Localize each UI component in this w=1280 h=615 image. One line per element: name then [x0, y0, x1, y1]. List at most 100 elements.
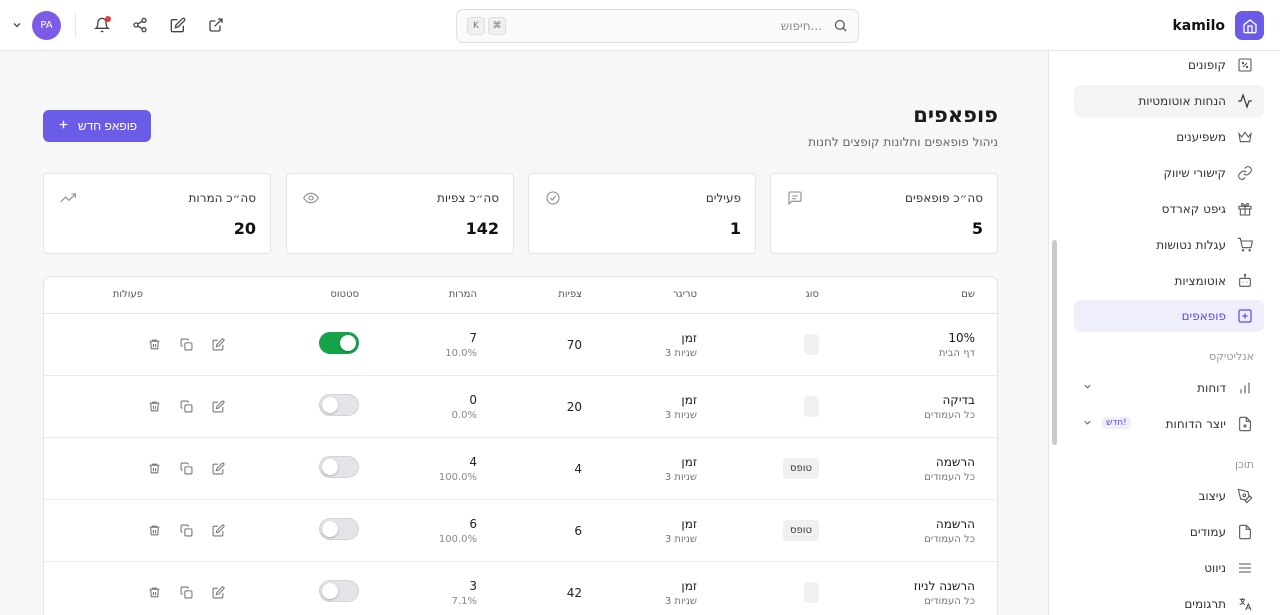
trash-icon[interactable] — [147, 523, 161, 537]
share-icon[interactable] — [130, 15, 150, 35]
popup-page: כל העמודים — [924, 410, 975, 421]
sidebar-item-label: דוחות — [1197, 381, 1226, 395]
trigger: זמן — [681, 517, 697, 531]
activity-icon — [1236, 92, 1254, 110]
brand[interactable]: kamilo — [1172, 11, 1264, 40]
trash-icon[interactable] — [147, 461, 161, 475]
trigger: זמן — [681, 393, 697, 407]
percent-icon — [1236, 56, 1254, 74]
col-type: סוג — [805, 289, 819, 300]
sidebar-item-design[interactable]: עיצוב — [1074, 480, 1264, 512]
sidebar-item-report-builder[interactable]: יוצר הדוחות חדש! — [1074, 408, 1264, 440]
table-row[interactable]: הרשמה כל העמודים טופס זמן 3 שניות 6 6 10… — [44, 500, 997, 562]
sidebar-item-abandoned-carts[interactable]: עגלות נטושות — [1074, 229, 1264, 261]
popup-name: הרשמה — [935, 517, 975, 531]
popup-page: כל העמודים — [924, 596, 975, 607]
table-row[interactable]: 10% דף הבית זמן 3 שניות 70 7 10.0% — [44, 314, 997, 376]
edit-icon[interactable] — [211, 399, 225, 413]
edit-icon[interactable] — [211, 461, 225, 475]
stat-value: 142 — [465, 219, 499, 238]
status-toggle[interactable] — [319, 332, 359, 354]
status-toggle[interactable] — [319, 456, 359, 478]
trash-icon[interactable] — [147, 585, 161, 599]
menu-icon — [1236, 559, 1254, 577]
sidebar-item-label: פופאפים — [1181, 309, 1226, 323]
sidebar-item-influencers[interactable]: משפיענים — [1074, 121, 1264, 153]
notification-dot — [105, 16, 111, 22]
trash-icon[interactable] — [147, 399, 161, 413]
sidebar-item-automations[interactable]: אוטומציות — [1074, 265, 1264, 297]
popup-page: דף הבית — [938, 348, 975, 359]
file-icon — [1236, 523, 1254, 541]
sidebar-item-pages[interactable]: עמודים — [1074, 516, 1264, 548]
chevron-down-icon — [1082, 417, 1093, 431]
chevron-down-icon[interactable] — [7, 15, 27, 35]
sidebar-item-auto-discounts[interactable]: הנחות אוטומטיות — [1074, 85, 1264, 117]
copy-icon[interactable] — [179, 461, 193, 475]
sidebar-item-navigation[interactable]: ניווט — [1074, 552, 1264, 584]
copy-icon[interactable] — [179, 399, 193, 413]
views: 42 — [566, 586, 582, 600]
copy-icon[interactable] — [179, 585, 193, 599]
trigger: זמן — [681, 331, 697, 345]
kbd-k: K — [467, 17, 485, 35]
copy-icon[interactable] — [179, 337, 193, 351]
table-row[interactable]: הרשנה לניוז כל העמודים זמן 3 שניות 42 3 … — [44, 562, 997, 615]
kbd-cmd: ⌘ — [488, 17, 506, 35]
sidebar: קופונים הנחות אוטומטיות משפיענים קישורי … — [1048, 51, 1280, 615]
type-badge — [804, 582, 819, 603]
search-icon — [833, 18, 848, 36]
sidebar-item-translations[interactable]: תרגומים — [1074, 588, 1264, 615]
table-row[interactable]: הרשמה כל העמודים טופס זמן 3 שניות 4 4 10… — [44, 438, 997, 500]
sidebar-item-coupons[interactable]: קופונים — [1074, 51, 1264, 81]
new-badge: חדש! — [1102, 417, 1131, 429]
trigger-delay: 3 שניות — [664, 410, 697, 421]
col-name: שם — [961, 289, 975, 300]
scrollbar[interactable] — [1052, 240, 1057, 445]
status-toggle[interactable] — [319, 580, 359, 602]
conversions: 0 — [469, 393, 477, 407]
bar-chart-icon — [1236, 379, 1254, 397]
trigger-delay: 3 שניות — [664, 534, 697, 545]
type-badge — [804, 396, 819, 417]
status-toggle[interactable] — [319, 518, 359, 540]
col-actions: פעולות — [112, 289, 143, 300]
new-popup-label: פופאפ חדש — [77, 119, 138, 133]
status-toggle[interactable] — [319, 394, 359, 416]
col-views: צפיות — [558, 289, 582, 300]
edit-icon[interactable] — [211, 523, 225, 537]
trigger: זמן — [681, 579, 697, 593]
conversion-rate: 10.0% — [445, 348, 477, 359]
message-square-icon — [787, 190, 803, 209]
table-header: שם סוג טריגר צפיות המרות סטטוס פעולות — [44, 277, 997, 314]
search-input[interactable]: חיפוש... K ⌘ — [456, 9, 859, 43]
search-placeholder: חיפוש... — [780, 19, 822, 33]
edit-icon[interactable] — [211, 337, 225, 351]
page-subtitle: ניהול פופאפים וחלונות קופצים לחנות — [808, 135, 998, 149]
plus-icon — [57, 118, 70, 134]
sidebar-item-gift-cards[interactable]: גיפט קארדס — [1074, 193, 1264, 225]
avatar[interactable]: PA — [32, 11, 61, 40]
trigger-delay: 3 שניות — [664, 348, 697, 359]
bell-icon[interactable] — [92, 15, 112, 35]
edit-icon[interactable] — [211, 585, 225, 599]
copy-icon[interactable] — [179, 523, 193, 537]
stat-card-views: סה״כ צפיות 142 — [286, 173, 514, 254]
sidebar-item-label: עגלות נטושות — [1156, 238, 1226, 252]
sidebar-item-reports[interactable]: דוחות — [1074, 372, 1264, 404]
edit-icon[interactable] — [168, 15, 188, 35]
trash-icon[interactable] — [147, 337, 161, 351]
popup-name: 10% — [948, 331, 975, 345]
sidebar-item-popups[interactable]: פופאפים — [1074, 300, 1264, 332]
popups-table: שם סוג טריגר צפיות המרות סטטוס פעולות 10… — [43, 276, 998, 615]
sidebar-item-label: ניווט — [1204, 561, 1226, 575]
table-row[interactable]: בדיקה כל העמודים זמן 3 שניות 20 0 0.0% — [44, 376, 997, 438]
popup-name: הרשנה לניוז — [913, 579, 975, 593]
toggle-knob — [340, 335, 356, 351]
type-badge — [804, 334, 819, 355]
new-popup-button[interactable]: פופאפ חדש — [43, 110, 151, 142]
sidebar-item-label: עמודים — [1189, 525, 1226, 539]
bot-icon — [1236, 272, 1254, 290]
external-link-icon[interactable] — [206, 15, 226, 35]
sidebar-item-marketing-links[interactable]: קישורי שיווק — [1074, 157, 1264, 189]
